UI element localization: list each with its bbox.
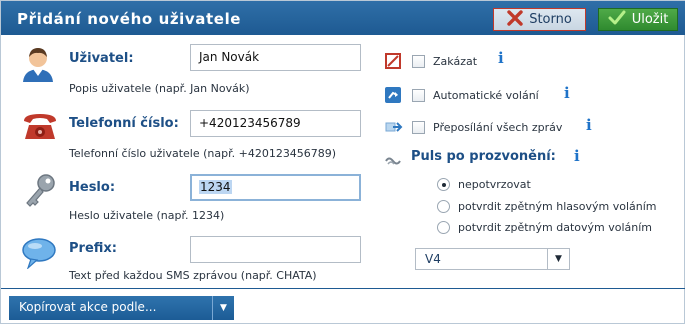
pulse-option-2[interactable]: potvrdit zpětným datovým voláním [437,221,652,234]
copy-actions-dropdown[interactable]: Kopírovat akce podle... ▼ [9,296,234,320]
cancel-button[interactable]: Storno [493,8,586,31]
phone-label: Telefonní číslo: [69,116,179,131]
dialog-title: Přidání nového uživatele [17,10,242,28]
save-button-label: Uložit [631,12,669,27]
forward-all-checkbox-box[interactable] [412,120,425,134]
pulse-radio-0[interactable] [437,178,450,191]
pulse-select[interactable]: V4 ▼ [415,248,570,270]
forbid-checkbox-box[interactable] [412,54,425,68]
checkmark-icon [608,10,626,30]
pulse-option-0[interactable]: nepotvrzovat [437,178,531,191]
pulse-radio-2[interactable] [437,221,450,234]
pulse-radio-1[interactable] [437,200,450,213]
forward-all-checkbox[interactable]: Přeposílání všech zpráv [412,118,562,136]
forward-icon [385,119,403,138]
close-icon [507,9,523,30]
pulse-info-icon[interactable]: i [574,147,580,165]
chevron-down-icon[interactable]: ▼ [212,296,234,320]
auto-call-info-icon[interactable]: i [564,84,570,102]
prefix-label: Prefix: [69,241,117,256]
user-hint: Popis uživatele (např. Jan Novák) [69,82,250,95]
password-label: Heslo: [69,180,116,195]
phone-hint: Telefonní číslo uživatele (např. +420123… [69,147,337,160]
forward-all-info-icon[interactable]: i [586,116,592,134]
pulse-label: Puls po prozvonění: [411,149,556,164]
auto-call-checkbox[interactable]: Automatické volání [412,86,539,104]
cancel-button-label: Storno [529,12,572,27]
pulse-option-label-1: potvrdit zpětným hlasovým voláním [458,200,657,213]
pulse-option-label-2: potvrdit zpětným datovým voláním [458,221,653,234]
forbid-checkbox[interactable]: Zakázat [412,52,477,70]
pulse-icon [385,152,401,171]
user-name-input[interactable]: Jan Novák [190,44,361,71]
password-hint: Heslo uživatele (např. 1234) [69,209,225,222]
chevron-down-icon[interactable]: ▼ [547,249,569,269]
user-label: Uživatel: [69,51,134,66]
pulse-option-1[interactable]: potvrdit zpětným hlasovým voláním [437,200,656,213]
forbid-label: Zakázat [433,54,478,68]
pulse-option-label-0: nepotvrzovat [458,178,531,191]
auto-call-checkbox-box[interactable] [412,88,425,102]
footer-divider [1,288,685,289]
forward-all-label: Přeposílání všech zpráv [433,120,563,134]
user-icon [21,45,55,87]
key-icon [23,173,57,213]
auto-call-icon [385,87,401,107]
password-value: 1234 [199,180,232,194]
prefix-hint: Text před každou SMS zprávou (např. CHAT… [69,269,317,282]
phone-number-input[interactable]: +420123456789 [190,110,361,137]
password-input[interactable]: 1234 [190,174,361,201]
speech-bubble-icon [21,237,57,273]
prefix-input[interactable] [190,236,361,263]
copy-actions-label: Kopírovat akce podle... [19,300,157,314]
pulse-select-value: V4 [425,252,441,266]
add-user-dialog: Přidání nového uživatele Storno Uložit U… [0,0,685,324]
phone-icon [21,111,59,145]
dialog-header: Přidání nového uživatele Storno Uložit [1,1,685,35]
auto-call-label: Automatické volání [433,88,539,102]
forbid-icon [385,53,401,73]
save-button[interactable]: Uložit [598,8,678,31]
forbid-info-icon[interactable]: i [498,49,504,67]
